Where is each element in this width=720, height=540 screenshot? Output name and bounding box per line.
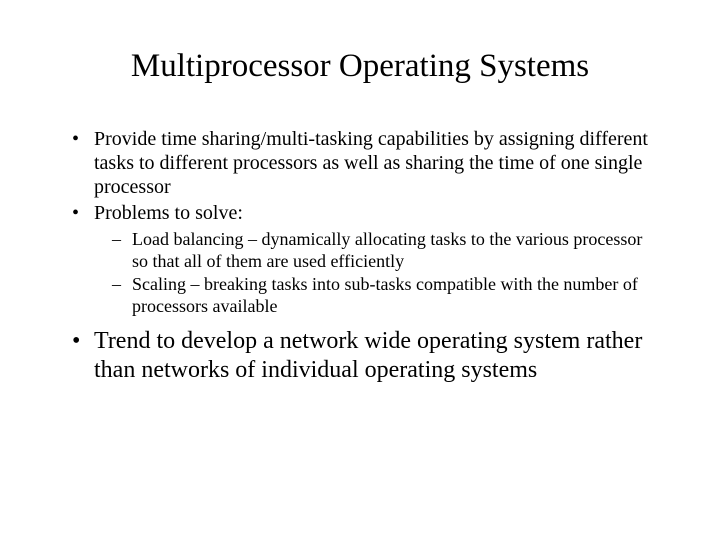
slide-title: Multiprocessor Operating Systems [58,48,662,85]
bullet-text: Problems to solve: [94,202,243,224]
sub-bullet-list: Load balancing – dynamically allocating … [94,229,662,317]
sub-bullet-item: Load balancing – dynamically allocating … [128,229,662,272]
bullet-list: Provide time sharing/multi-tasking capab… [58,127,662,384]
sub-bullet-item: Scaling – breaking tasks into sub-tasks … [128,274,662,317]
bullet-item: Provide time sharing/multi-tasking capab… [88,127,662,199]
bullet-item: Problems to solve: Load balancing – dyna… [88,201,662,317]
bullet-item: Trend to develop a network wide operatin… [88,327,662,384]
slide: Multiprocessor Operating Systems Provide… [0,0,720,540]
